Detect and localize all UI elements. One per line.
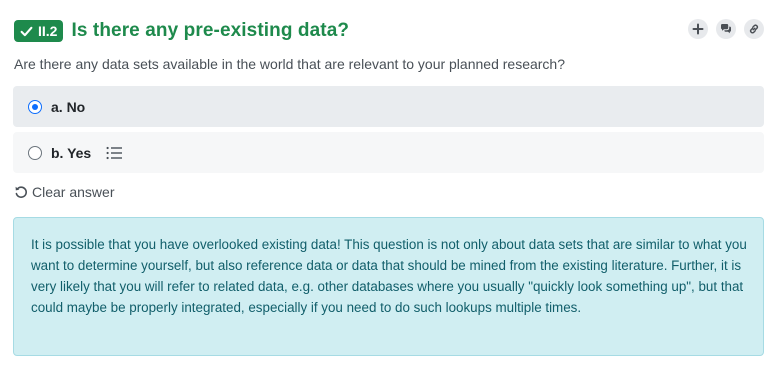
clear-answer-label: Clear answer — [32, 184, 115, 200]
question-description: Are there any data sets available in the… — [14, 56, 565, 72]
plus-icon — [692, 23, 704, 35]
option-no-label: a. No — [51, 98, 86, 115]
info-text: It is possible that you have overlooked … — [31, 237, 747, 315]
copy-link-button[interactable] — [744, 19, 764, 39]
option-no[interactable]: a. No — [13, 86, 764, 127]
option-yes[interactable]: b. Yes — [13, 132, 764, 173]
check-icon — [20, 25, 33, 38]
link-icon — [748, 23, 760, 35]
question-actions — [688, 19, 764, 39]
question-header: II.2 Is there any pre-existing data? — [14, 19, 764, 43]
question-number-badge: II.2 — [14, 20, 64, 42]
clear-answer-button[interactable]: Clear answer — [14, 184, 114, 200]
comments-icon — [720, 23, 732, 35]
list-icon — [106, 146, 123, 160]
add-item-button[interactable] — [688, 19, 708, 39]
undo-icon — [14, 185, 32, 199]
question-panel: II.2 Is there any pre-existing data? Are… — [0, 0, 778, 373]
comments-button[interactable] — [716, 19, 736, 39]
option-yes-label: b. Yes — [51, 144, 92, 161]
question-title: Is there any pre-existing data? — [71, 20, 350, 41]
option-yes-radio[interactable] — [28, 145, 42, 160]
info-box: It is possible that you have overlooked … — [13, 217, 764, 356]
option-no-radio[interactable] — [28, 99, 42, 114]
question-number: II.2 — [38, 23, 58, 39]
